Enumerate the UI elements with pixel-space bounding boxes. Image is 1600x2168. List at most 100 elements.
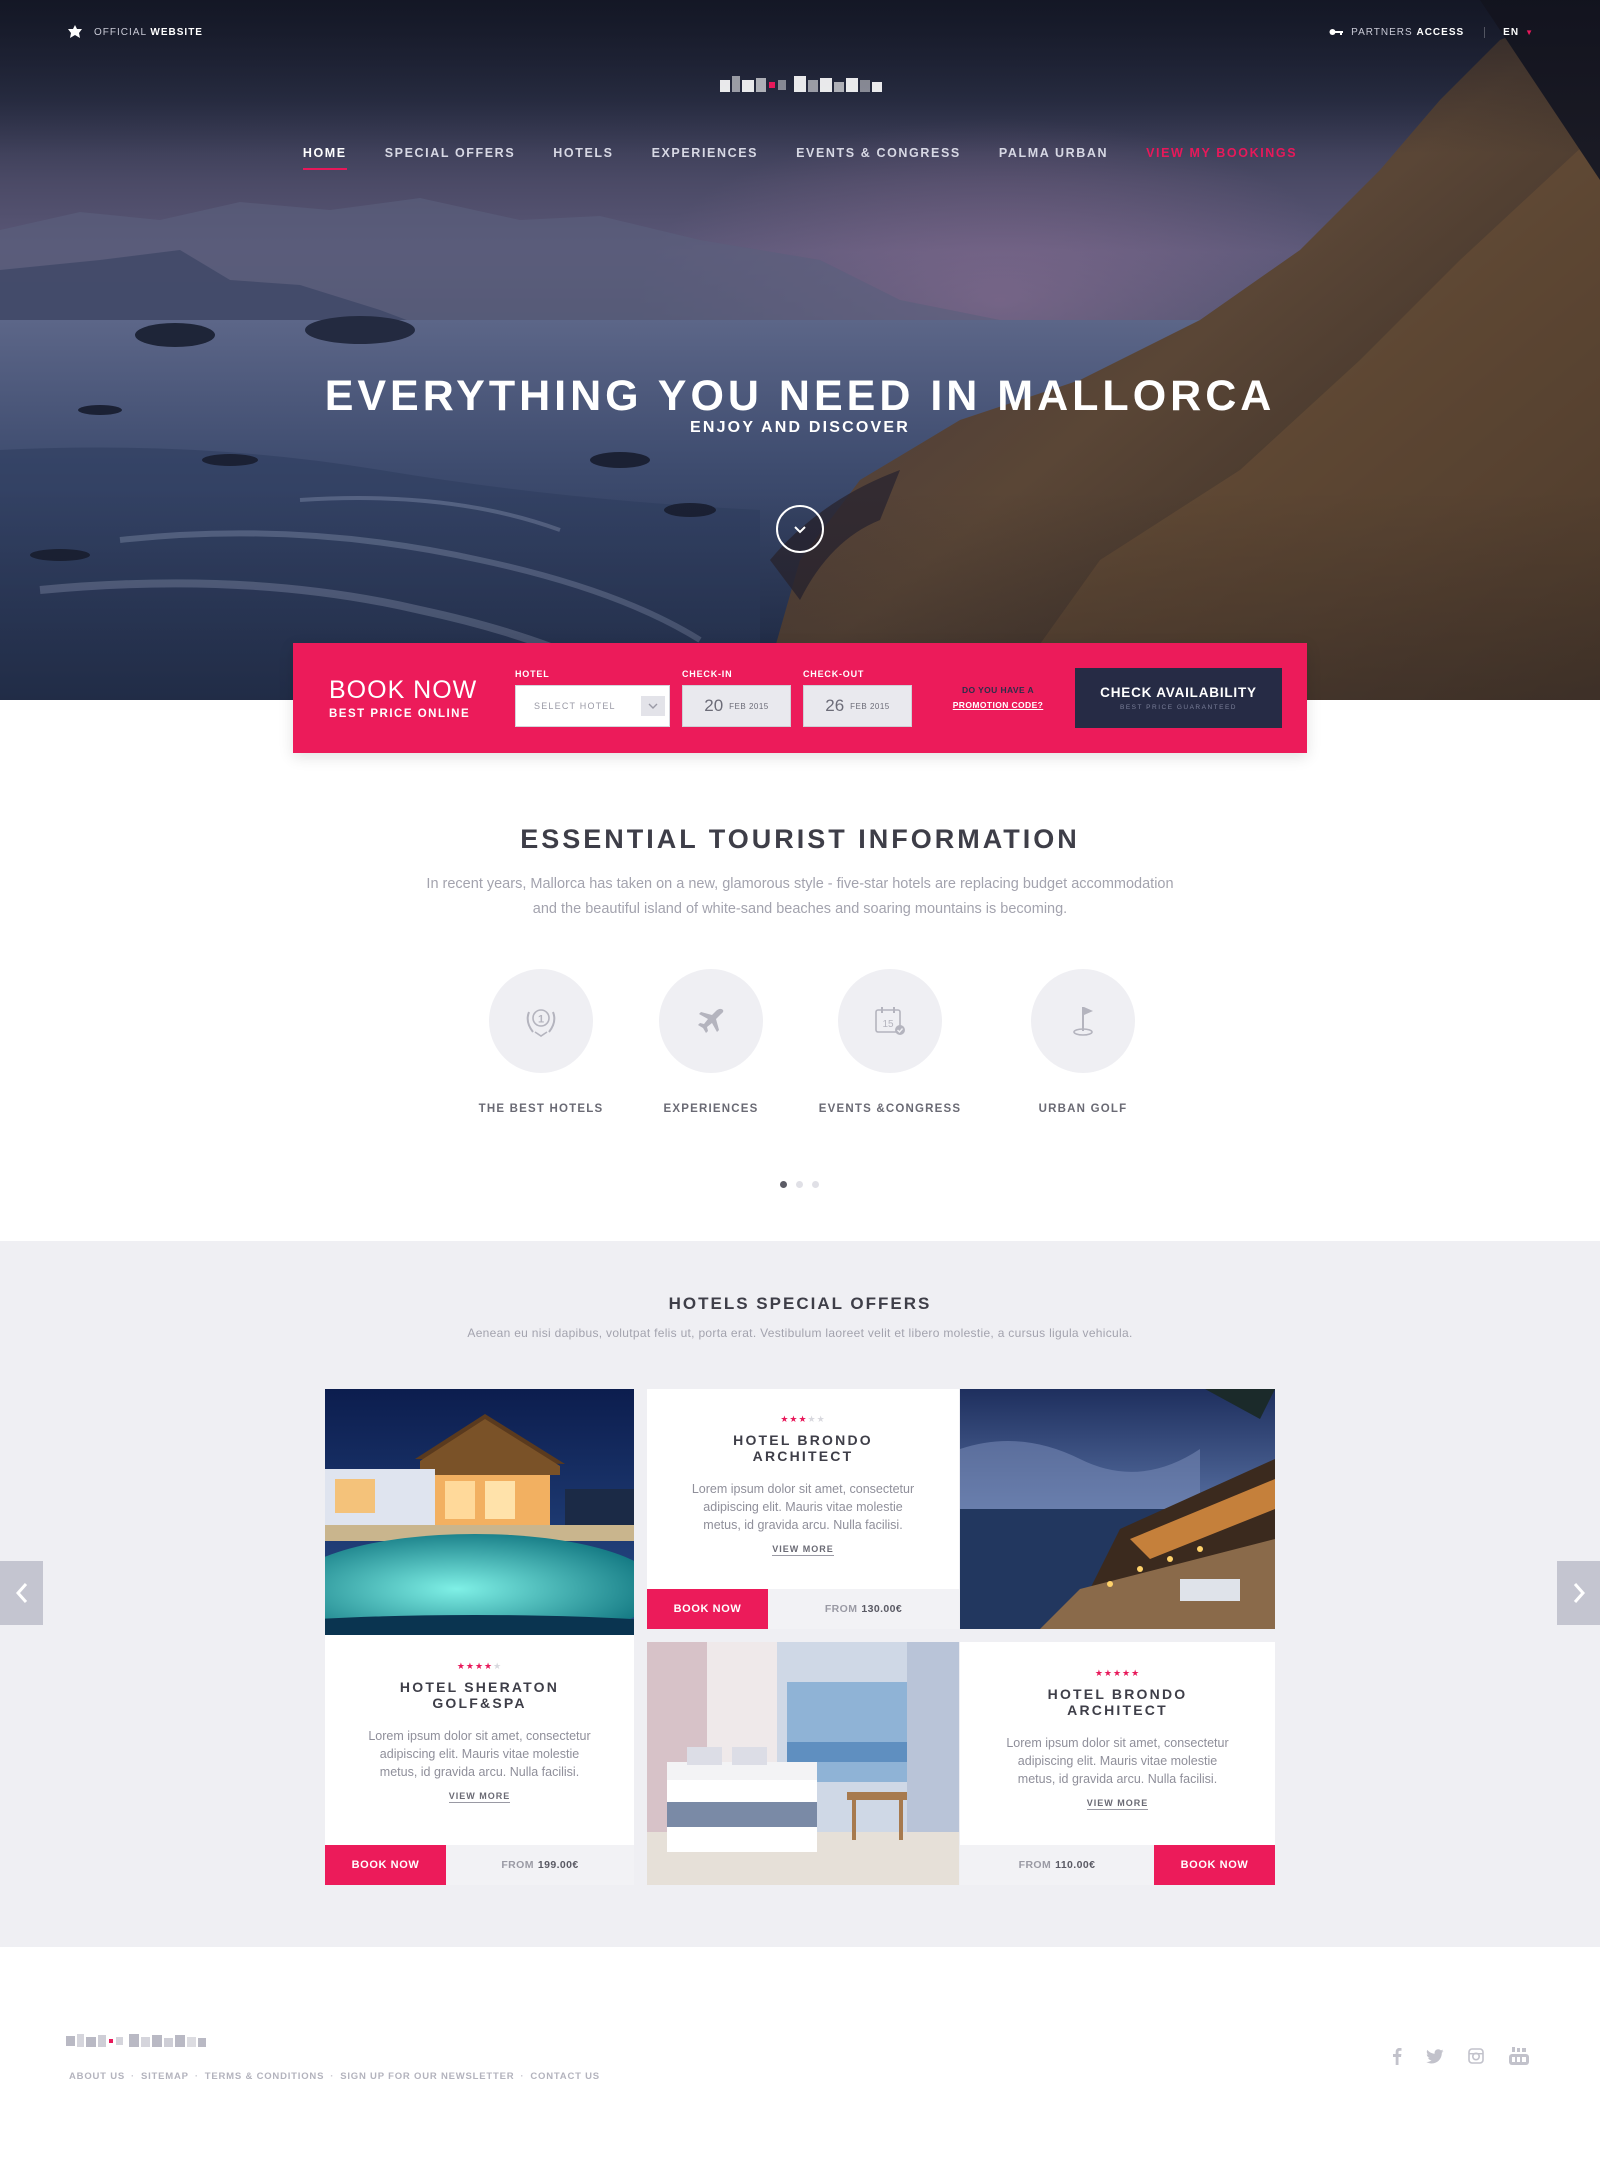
star-icon: ★★★★★ — [1094, 1668, 1141, 1678]
feature-label: EVENTS &CONGRESS — [818, 1103, 962, 1115]
carousel-dot[interactable] — [796, 1181, 803, 1188]
nav-experiences[interactable]: EXPERIENCES — [652, 146, 759, 170]
hotel-name-line1: HOTEL BRONDO — [733, 1432, 873, 1448]
hotel-description: Lorem ipsum dolor sit amet, consectetur … — [368, 1729, 591, 1779]
feature-experiences[interactable]: EXPERIENCES — [611, 969, 811, 1115]
top-bar: OFFICIAL WEBSITE PARTNERS ACCESS EN ▼ — [66, 24, 1534, 40]
hotel-select[interactable]: SELECT HOTEL — [515, 685, 670, 727]
check-availability-button[interactable]: CHECK AVAILABILITY BEST PRICE GUARANTEED — [1075, 668, 1282, 728]
caret-down-icon: ▼ — [1525, 27, 1534, 37]
star-rating: ★★★★★ — [960, 1668, 1275, 1679]
hero-subtitle: ENJOY AND DISCOVER — [689, 419, 911, 436]
promotion-code-link[interactable]: DO YOU HAVE A PROMOTION CODE? — [938, 683, 1058, 713]
instagram-icon[interactable] — [1468, 2048, 1484, 2064]
view-more-link[interactable]: VIEW MORE — [448, 1791, 511, 1803]
chevron-left-icon — [15, 1583, 27, 1603]
scroll-down-button[interactable] — [776, 505, 824, 553]
book-now-button[interactable]: BOOK NOW — [647, 1589, 768, 1629]
checkout-date-picker[interactable]: 26 FEB 2015 — [803, 685, 912, 727]
price-from: FROM 110.00€ — [960, 1845, 1154, 1885]
feature-urban-golf[interactable]: URBAN GOLF — [983, 969, 1183, 1115]
booking-bar: BOOK NOW BEST PRICE ONLINE HOTEL SELECT … — [293, 643, 1307, 753]
nav-home[interactable]: HOME — [302, 146, 347, 170]
card-action-bar: FROM 110.00€ BOOK NOW — [960, 1845, 1275, 1885]
carousel-pagination — [780, 1181, 819, 1188]
checkin-label: CHECK-IN — [682, 669, 733, 679]
footer-link-newsletter[interactable]: SIGN UP FOR OUR NEWSLETTER — [340, 2071, 514, 2082]
card-action-bar: BOOK NOW FROM 199.00€ — [325, 1845, 634, 1885]
checkout-label: CHECK-OUT — [803, 669, 865, 679]
hotel-name: HOTEL BRONDO ARCHITECT — [647, 1432, 959, 1464]
check-availability-sublabel: BEST PRICE GUARANTEED — [1120, 704, 1237, 711]
nav-palma-urban[interactable]: PALMA URBAN — [999, 146, 1108, 170]
footer-link-terms[interactable]: TERMS & CONDITIONS — [205, 2071, 324, 2082]
hotel-photo-pool-villa[interactable] — [325, 1389, 634, 1635]
nav-view-my-bookings[interactable]: VIEW MY BOOKINGS — [1146, 146, 1297, 170]
carousel-dot-active[interactable] — [780, 1181, 787, 1188]
book-now-button[interactable]: BOOK NOW — [325, 1845, 446, 1885]
official-label: OFFICIAL — [94, 26, 147, 38]
hotel-name-line2: GOLF&SPA — [432, 1695, 527, 1711]
feature-events-congress[interactable]: 15 EVENTS &CONGRESS — [790, 969, 990, 1115]
checkin-date-picker[interactable]: 20 FEB 2015 — [682, 685, 791, 727]
calendar-day-text: 15 — [882, 1019, 894, 1030]
view-more-link[interactable]: VIEW MORE — [1086, 1798, 1149, 1810]
footer-separator: · — [131, 2071, 135, 2082]
hotel-name: HOTEL SHERATON GOLF&SPA — [325, 1679, 634, 1711]
price-from-label: FROM — [501, 1859, 534, 1871]
youtube-icon[interactable] — [1508, 2046, 1530, 2066]
chevron-right-icon — [1573, 1583, 1585, 1603]
dropdown-toggle[interactable] — [641, 696, 665, 716]
essential-desc-line1: In recent years, Mallorca has taken on a… — [426, 876, 1174, 892]
check-availability-label: CHECK AVAILABILITY — [1100, 685, 1257, 700]
partners-access-link[interactable]: PARTNERS ACCESS — [1329, 26, 1486, 38]
offers-next-button[interactable] — [1557, 1561, 1600, 1625]
facebook-icon[interactable] — [1392, 2047, 1402, 2065]
view-more-link[interactable]: VIEW MORE — [772, 1544, 834, 1556]
golf-flag-icon — [1073, 1007, 1093, 1036]
star-rating: ★★★★★ — [647, 1414, 959, 1425]
star-empty-icon: ★ — [493, 1661, 503, 1671]
chevron-down-icon — [648, 703, 658, 709]
features-carousel: 1 THE BEST HOTELS EXPERIENCES 15 EVENTS … — [0, 969, 1600, 1129]
booking-title: BOOK NOW — [329, 676, 478, 704]
hotel-description: Lorem ipsum dolor sit amet, consectetur … — [1006, 1736, 1229, 1786]
hotel-select-placeholder: SELECT HOTEL — [534, 701, 616, 711]
booking-heading: BOOK NOW BEST PRICE ONLINE — [329, 676, 515, 720]
footer-link-about-us[interactable]: ABOUT US — [69, 2071, 125, 2082]
price-value: 130.00€ — [861, 1603, 903, 1615]
overwater-deck-image — [960, 1389, 1275, 1629]
book-now-button[interactable]: BOOK NOW — [1154, 1845, 1275, 1885]
feature-circle — [659, 969, 763, 1073]
checkin-day: 20 — [704, 696, 724, 715]
carousel-dot[interactable] — [812, 1181, 819, 1188]
price-from: FROM 199.00€ — [446, 1845, 634, 1885]
star-icon: ★★★★ — [456, 1661, 494, 1671]
nav-special-offers[interactable]: SPECIAL OFFERS — [385, 146, 516, 170]
hero-banner: OFFICIAL WEBSITE PARTNERS ACCESS EN ▼ HO… — [0, 0, 1600, 700]
checkin-month: FEB 2015 — [729, 701, 769, 711]
hotel-name-line2: ARCHITECT — [1067, 1702, 1168, 1718]
hotel-photo-overwater-deck[interactable] — [960, 1389, 1275, 1629]
star-icon: ★★★ — [780, 1414, 808, 1424]
price-from-label: FROM — [1018, 1859, 1052, 1871]
footer-separator: · — [194, 2071, 199, 2082]
offers-prev-button[interactable] — [0, 1561, 43, 1625]
brand-logo[interactable] — [720, 74, 882, 98]
nav-events-congress[interactable]: EVENTS & CONGRESS — [796, 146, 961, 170]
hotel-photo-bedroom[interactable] — [647, 1642, 959, 1885]
nav-hotels[interactable]: HOTELS — [553, 146, 613, 170]
footer-link-contact-us[interactable]: CONTACT US — [530, 2071, 600, 2082]
hotel-description: Lorem ipsum dolor sit amet, consectetur … — [691, 1482, 915, 1532]
feature-label: EXPERIENCES — [663, 1103, 759, 1115]
checkout-field: CHECK-OUT 26 FEB 2015 — [803, 669, 912, 727]
promo-link-text: PROMOTION CODE? — [952, 700, 1044, 710]
hotel-offer-card: ★★★★★ HOTEL BRONDO ARCHITECT Lorem ipsum… — [647, 1389, 959, 1629]
twitter-icon[interactable] — [1426, 2048, 1444, 2064]
svg-text:1: 1 — [538, 1014, 544, 1026]
key-icon — [1329, 29, 1344, 35]
footer-link-sitemap[interactable]: SITEMAP — [141, 2071, 189, 2082]
footer-brand-logo[interactable] — [66, 2032, 206, 2052]
price-from: FROM 130.00€ — [768, 1589, 959, 1629]
language-selector[interactable]: EN ▼ — [1485, 27, 1534, 38]
